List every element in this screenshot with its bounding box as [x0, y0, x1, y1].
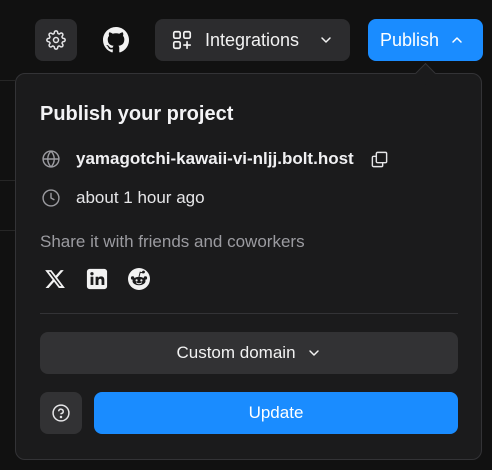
github-icon: [103, 27, 129, 53]
integrations-icon: [171, 29, 193, 51]
settings-button[interactable]: [35, 19, 77, 61]
github-button[interactable]: [95, 19, 137, 61]
integrations-label: Integrations: [205, 29, 300, 50]
background-divider: [0, 80, 15, 81]
clock-icon: [40, 187, 62, 209]
top-toolbar: Integrations Publish: [0, 0, 492, 80]
help-button[interactable]: [40, 392, 82, 434]
last-published-time: about 1 hour ago: [76, 188, 205, 207]
gear-icon: [46, 30, 66, 50]
background-divider: [0, 180, 15, 181]
chevron-down-icon: [306, 345, 322, 361]
chevron-down-icon: [318, 32, 334, 48]
chevron-up-icon: [449, 32, 465, 48]
publish-button[interactable]: Publish: [368, 19, 483, 61]
custom-domain-button[interactable]: Custom domain: [40, 332, 458, 374]
popover-divider: [40, 313, 458, 314]
last-published-row: about 1 hour ago: [40, 187, 205, 209]
integrations-button[interactable]: Integrations: [155, 19, 350, 61]
linkedin-icon[interactable]: [85, 267, 109, 291]
publish-label: Publish: [380, 29, 440, 50]
update-button[interactable]: Update: [94, 392, 458, 434]
reddit-icon[interactable]: [127, 267, 151, 291]
project-url-link[interactable]: yamagotchi-kawaii-vi-nljj.bolt.host: [76, 149, 354, 169]
share-heading: Share it with friends and coworkers: [40, 232, 305, 251]
copy-icon[interactable]: [370, 150, 389, 169]
background-divider: [0, 230, 15, 231]
help-icon: [51, 403, 71, 423]
custom-domain-label: Custom domain: [176, 343, 296, 362]
popover-title: Publish your project: [40, 103, 234, 125]
globe-icon: [40, 148, 62, 170]
publish-popover: Publish your project yamagotchi-kawaii-v…: [15, 73, 482, 460]
x-icon[interactable]: [43, 267, 67, 291]
project-url-row: yamagotchi-kawaii-vi-nljj.bolt.host: [40, 148, 389, 170]
